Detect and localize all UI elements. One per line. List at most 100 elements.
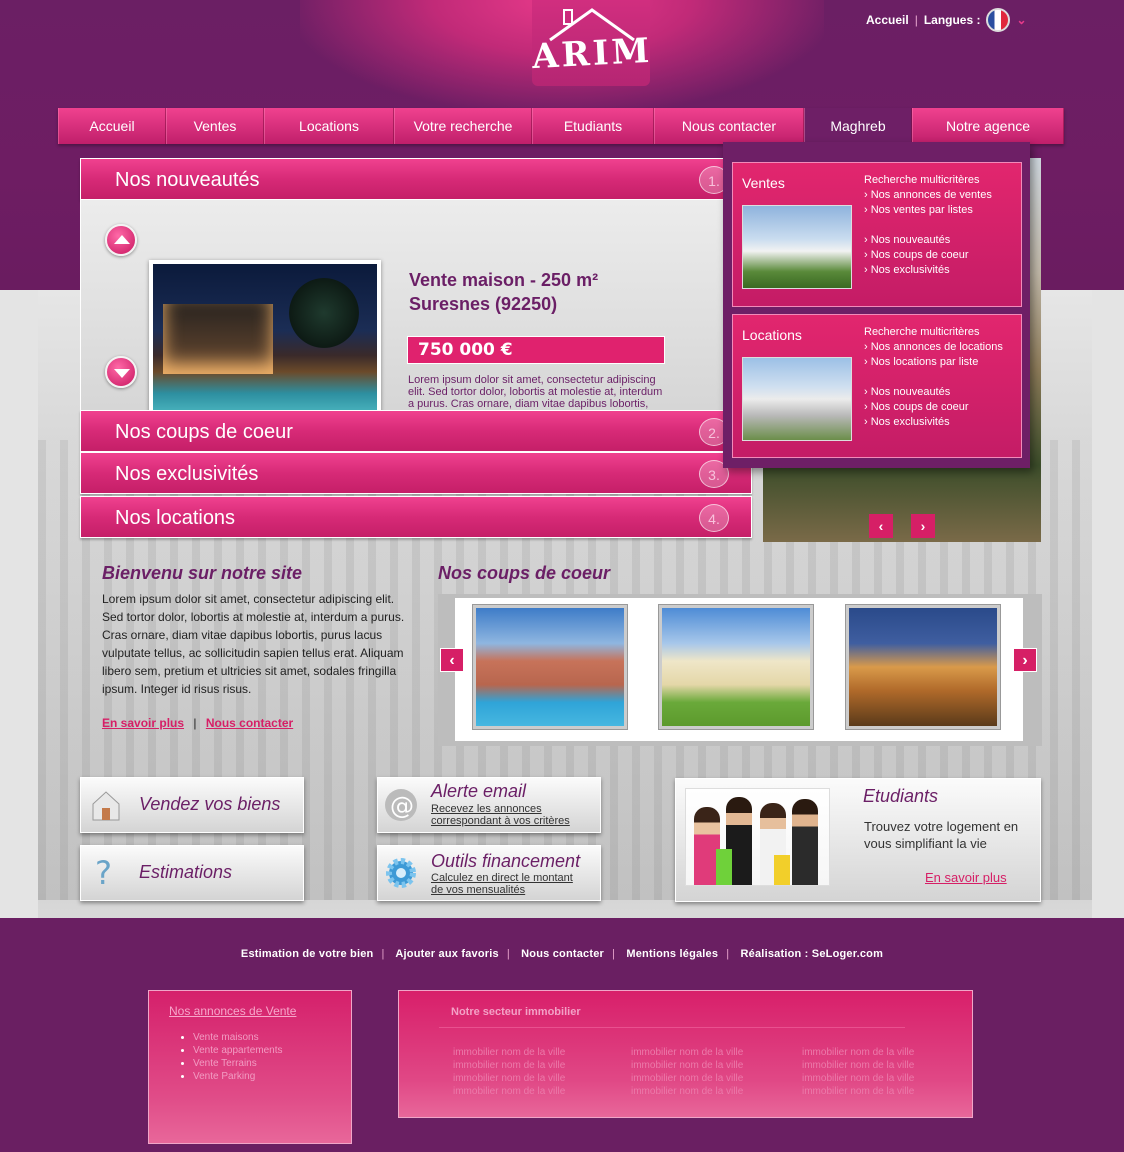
footer-sector-link[interactable]: immobilier nom de la ville: [453, 1059, 565, 1072]
footer-sector-link[interactable]: immobilier nom de la ville: [453, 1046, 565, 1059]
mega-link[interactable]: › Nos annonces de locations: [864, 340, 1003, 355]
main-nav: Accueil Ventes Locations Votre recherche…: [58, 108, 1064, 144]
feature-subtitle: Recevez les annonces correspondant à vos …: [431, 803, 570, 827]
footer-sector-link[interactable]: immobilier nom de la ville: [631, 1085, 743, 1098]
mega-section-title[interactable]: Locations: [742, 327, 802, 343]
footer-separator: |: [381, 948, 385, 960]
email-alert-button[interactable]: @ Alerte email Recevez les annonces corre…: [377, 777, 601, 833]
accordion-title: Nos exclusivités: [115, 463, 259, 485]
footer-sales-item[interactable]: Vente Parking: [193, 1070, 283, 1083]
listings-accordion: Nos nouveautés 1. Vente maison - 250 m² …: [80, 158, 752, 538]
footer-link-favoris[interactable]: Ajouter aux favoris: [395, 948, 498, 960]
property-photo[interactable]: [149, 260, 381, 434]
link-nous-contacter[interactable]: Nous contacter: [206, 716, 293, 730]
footer-sector-column: immobilier nom de la ville immobilier no…: [631, 1046, 743, 1098]
accordion-header-nouveautes[interactable]: Nos nouveautés 1.: [80, 158, 752, 200]
at-sign-icon: @: [385, 789, 417, 821]
footer-sales-title[interactable]: Nos annonces de Vente: [169, 1004, 296, 1018]
footer-sector-link[interactable]: immobilier nom de la ville: [453, 1085, 565, 1098]
accordion-title: Nos nouveautés: [115, 169, 260, 191]
slider-prev-button[interactable]: ‹: [869, 514, 893, 538]
property-title-line1: Vente maison - 250 m²: [409, 270, 599, 290]
top-link-languages[interactable]: Langues :: [924, 13, 981, 27]
carousel-thumb[interactable]: [659, 605, 813, 729]
footer-sales-item[interactable]: Vente appartements: [193, 1044, 283, 1057]
nav-item-nous-contacter[interactable]: Nous contacter: [654, 108, 804, 144]
students-title: Etudiants: [863, 786, 939, 806]
footer-sales-item[interactable]: Vente Terrains: [193, 1057, 283, 1070]
footer-sector-link[interactable]: immobilier nom de la ville: [802, 1085, 914, 1098]
nav-item-votre-recherche[interactable]: Votre recherche: [394, 108, 532, 144]
footer-sales-box: Nos annonces de Vente Vente maisons Vent…: [148, 990, 352, 1144]
accordion-header-exclusivites[interactable]: Nos exclusivités 3.: [80, 452, 752, 494]
footer-link-contact[interactable]: Nous contacter: [521, 948, 604, 960]
sell-property-button[interactable]: Vendez vos biens: [80, 777, 304, 833]
mega-link[interactable]: Recherche multicritères: [864, 325, 1003, 340]
nav-item-maghreb[interactable]: Maghreb: [804, 108, 912, 144]
mega-link[interactable]: › Nos coups de coeur: [864, 248, 992, 263]
footer-sector-link[interactable]: immobilier nom de la ville: [631, 1059, 743, 1072]
mega-link[interactable]: › Nos nouveautés: [864, 233, 992, 248]
nav-item-etudiants[interactable]: Etudiants: [532, 108, 654, 144]
mega-section-title[interactable]: Ventes: [742, 175, 785, 191]
footer-sector-link[interactable]: immobilier nom de la ville: [631, 1072, 743, 1085]
logo[interactable]: ARIM: [531, 0, 654, 86]
accordion-title: Nos locations: [115, 507, 236, 529]
footer-sales-item[interactable]: Vente maisons: [193, 1031, 283, 1044]
financing-tools-button[interactable]: Outils financement Calculez en direct le…: [377, 845, 601, 901]
nav-item-ventes[interactable]: Ventes: [166, 108, 264, 144]
students-link[interactable]: En savoir plus: [925, 870, 1007, 885]
carousel-next-button[interactable]: ›: [1013, 648, 1037, 672]
french-flag-icon[interactable]: [986, 8, 1011, 32]
scroll-down-button[interactable]: [105, 356, 137, 388]
chevron-down-icon[interactable]: ⌄: [1016, 13, 1026, 27]
mega-link[interactable]: › Nos exclusivités: [864, 415, 1003, 430]
property-title[interactable]: Vente maison - 250 m² Suresnes (92250): [409, 268, 669, 316]
carousel-prev-button[interactable]: ‹: [440, 648, 464, 672]
maghreb-mega-menu: Ventes Recherche multicritères › Nos ann…: [723, 142, 1030, 468]
nav-item-locations[interactable]: Locations: [264, 108, 394, 144]
accordion-title: Nos coups de coeur: [115, 421, 293, 443]
divider: [439, 1027, 905, 1028]
svg-text:?: ?: [95, 854, 112, 888]
nav-item-accueil[interactable]: Accueil: [58, 108, 166, 144]
mega-link[interactable]: › Nos nouveautés: [864, 385, 1003, 400]
footer-sector-link[interactable]: immobilier nom de la ville: [802, 1046, 914, 1059]
footer-sector-link[interactable]: immobilier nom de la ville: [802, 1072, 914, 1085]
ventes-house-photo[interactable]: [742, 205, 852, 289]
footer-link-mentions[interactable]: Mentions légales: [626, 948, 718, 960]
scroll-up-button[interactable]: [105, 224, 137, 256]
mega-link[interactable]: › Nos annonces de ventes: [864, 188, 992, 203]
link-separator: |: [193, 716, 197, 730]
footer-sector-link[interactable]: immobilier nom de la ville: [802, 1059, 914, 1072]
students-text: Trouvez votre logement en vous simplifia…: [864, 819, 1019, 851]
mega-link[interactable]: Recherche multicritères: [864, 173, 992, 188]
locations-building-photo[interactable]: [742, 357, 852, 441]
footer-sector-title: Notre secteur immobilier: [451, 1006, 581, 1018]
mega-link[interactable]: › Nos coups de coeur: [864, 400, 1003, 415]
feature-title: Vendez vos biens: [139, 794, 281, 814]
mega-section-ventes: Ventes Recherche multicritères › Nos ann…: [732, 162, 1022, 307]
feature-title: Estimations: [139, 862, 233, 882]
footer-link-estimation[interactable]: Estimation de votre bien: [241, 948, 374, 960]
welcome-text: Lorem ipsum dolor sit amet, consectetur …: [102, 592, 405, 696]
accordion-number: 4.: [699, 504, 729, 532]
logo-text: ARIM: [531, 30, 654, 78]
footer-sector-link[interactable]: immobilier nom de la ville: [631, 1046, 743, 1059]
mega-link[interactable]: › Nos locations par liste: [864, 355, 1003, 370]
accordion-header-locations[interactable]: Nos locations 4.: [80, 496, 752, 538]
mega-link[interactable]: › Nos exclusivités: [864, 263, 992, 278]
carousel-thumb[interactable]: [473, 605, 627, 729]
slider-next-button[interactable]: ›: [911, 514, 935, 538]
top-link-home[interactable]: Accueil: [866, 13, 909, 27]
footer-sector-link[interactable]: immobilier nom de la ville: [453, 1072, 565, 1085]
students-photo[interactable]: [685, 788, 830, 886]
carousel-thumb[interactable]: [846, 605, 1000, 729]
svg-text:@: @: [390, 792, 414, 820]
footer-link-realisation[interactable]: Réalisation : SeLoger.com: [741, 948, 884, 960]
link-en-savoir-plus[interactable]: En savoir plus: [102, 716, 184, 730]
accordion-header-coups-de-coeur[interactable]: Nos coups de coeur 2.: [80, 410, 752, 452]
mega-link[interactable]: › Nos ventes par listes: [864, 203, 992, 218]
estimations-button[interactable]: ? Estimations: [80, 845, 304, 901]
nav-item-notre-agence[interactable]: Notre agence: [912, 108, 1064, 144]
